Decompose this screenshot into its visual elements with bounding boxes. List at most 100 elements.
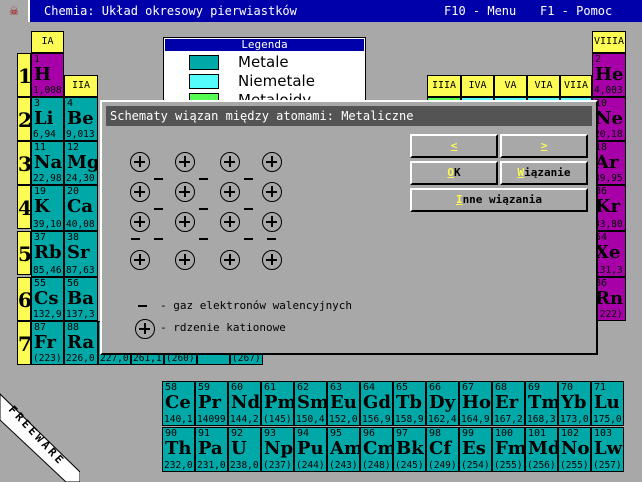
element-be[interactable]: 4 Be 9,013 <box>64 97 98 141</box>
element-sr[interactable]: 38 Sr 87,63 <box>64 231 98 277</box>
f10-menu-hint[interactable]: F10 - Menu <box>444 4 516 18</box>
element-symbol: Rn <box>595 288 624 309</box>
element-cs[interactable]: 55 Cs 132,9 <box>31 277 64 321</box>
next-button[interactable]: > <box>500 134 588 158</box>
element-lw[interactable]: 103 Lw (257) <box>591 427 624 472</box>
valence-electron-icon <box>154 238 163 240</box>
element-symbol: Am <box>330 438 360 459</box>
cation-legend-icon <box>135 319 155 339</box>
valence-electron-icon <box>244 238 253 240</box>
atomic-mass: 150,4 <box>296 414 325 425</box>
atomic-mass: 6,94 <box>33 129 56 140</box>
electron-legend-icon <box>138 305 147 307</box>
atomic-mass: 231,0 <box>197 460 226 471</box>
atomic-mass: 87,63 <box>66 265 95 276</box>
element-bk[interactable]: 97 Bk (245) <box>393 427 426 472</box>
element-lu[interactable]: 71 Lu 175,0 <box>591 381 624 426</box>
element-symbol: Li <box>34 108 54 129</box>
valence-electron-icon <box>199 208 208 210</box>
atomic-mass: 162,4 <box>428 414 457 425</box>
element-np[interactable]: 93 Np (237) <box>261 427 294 472</box>
element-symbol: Ce <box>165 392 191 413</box>
element-symbol: Pm <box>264 392 294 413</box>
element-tm[interactable]: 69 Tm 168,3 <box>525 381 558 426</box>
element-eu[interactable]: 63 Eu 152,0 <box>327 381 360 426</box>
period-1: 1 <box>17 53 32 97</box>
element-ca[interactable]: 20 Ca 40,08 <box>64 185 98 231</box>
atomic-mass: 137,3 <box>66 309 95 320</box>
element-no[interactable]: 102 No (255) <box>558 427 591 472</box>
element-tb[interactable]: 65 Tb 158,9 <box>393 381 426 426</box>
element-dy[interactable]: 66 Dy 162,4 <box>426 381 459 426</box>
element-md[interactable]: 101 Md (256) <box>525 427 558 472</box>
element-symbol: Pu <box>297 438 324 459</box>
element-li[interactable]: 3 Li 6,94 <box>31 97 64 141</box>
element-symbol: Nd <box>231 392 261 413</box>
element-ra[interactable]: 88 Ra 226,0 <box>64 321 98 365</box>
element-pr[interactable]: 59 Pr 14099 <box>195 381 228 426</box>
group-header-via: VIA <box>527 75 560 97</box>
group-header-iia: IIA <box>64 75 98 97</box>
element-ce[interactable]: 58 Ce 140,1 <box>162 381 195 426</box>
element-fm[interactable]: 100 Fm (255) <box>492 427 525 472</box>
element-mg[interactable]: 12 Mg 24,30 <box>64 141 98 185</box>
ok-button[interactable]: OK <box>410 161 498 185</box>
bonding-scheme-dialog: Schematy wiązan między atomami: Metalicz… <box>100 100 598 355</box>
group-header-iva: IVA <box>461 75 494 97</box>
element-symbol: Th <box>165 438 192 459</box>
element-k[interactable]: 19 K 39,10 <box>31 185 64 231</box>
period-3: 3 <box>17 141 32 185</box>
atomic-mass: 168,3 <box>527 414 556 425</box>
atomic-mass: (257) <box>593 460 622 471</box>
element-cm[interactable]: 96Cm(248) <box>360 427 393 472</box>
previous-button[interactable]: < <box>410 134 498 158</box>
element-pa[interactable]: 91 Pa 231,0 <box>195 427 228 472</box>
element-symbol: Bk <box>396 438 424 459</box>
element-pu[interactable]: 94 Pu (244) <box>294 427 327 472</box>
element-symbol: Kr <box>595 196 621 217</box>
element-pm[interactable]: 61 Pm (145) <box>261 381 294 426</box>
element-fr[interactable]: 87 Fr (223) <box>31 321 64 365</box>
atomic-mass: (145) <box>263 414 292 425</box>
element-nd[interactable]: 60 Nd 144,2 <box>228 381 261 426</box>
element-cf[interactable]: 98 Cf (249) <box>426 427 459 472</box>
valence-electron-icon <box>199 238 208 240</box>
hotkey: O <box>447 166 454 179</box>
atomic-mass: (245) <box>395 460 424 471</box>
bonding-button[interactable]: Wiązanie <box>500 161 588 185</box>
legend-title: Legenda <box>165 39 364 51</box>
element-symbol: Cf <box>429 438 452 459</box>
atomic-mass: 1,008 <box>33 85 62 96</box>
hotkey: < <box>450 139 458 152</box>
element-rb[interactable]: 37 Rb 85,46 <box>31 231 64 277</box>
element-th[interactable]: 90 Th 232,0 <box>162 427 195 472</box>
other-bonds-button[interactable]: Inne wiązania <box>410 188 588 212</box>
cation-core-icon <box>130 212 150 232</box>
element-u[interactable]: 92 U 238,0 <box>228 427 261 472</box>
valence-electron-icon <box>244 208 253 210</box>
cation-core-icon <box>130 152 150 172</box>
element-symbol: Ra <box>67 332 95 353</box>
element-symbol: Rb <box>34 242 62 263</box>
element-h[interactable]: 1 H 1,008 <box>31 53 64 97</box>
element-he[interactable]: 2 He 4,003 <box>592 53 626 97</box>
group-header-va: VA <box>494 75 527 97</box>
cation-core-icon <box>220 152 240 172</box>
group-header-ia: IA <box>31 31 64 53</box>
legend-label-metals: Metale <box>238 53 289 71</box>
element-yb[interactable]: 70 Yb 173,0 <box>558 381 591 426</box>
element-sm[interactable]: 62 Sm 150,4 <box>294 381 327 426</box>
element-symbol: U <box>231 438 247 459</box>
element-symbol: Eu <box>330 392 357 413</box>
element-es[interactable]: 99 Es (254) <box>459 427 492 472</box>
element-am[interactable]: 95 Am (243) <box>327 427 360 472</box>
cation-core-icon <box>130 250 150 270</box>
element-ho[interactable]: 67 Ho 164,9 <box>459 381 492 426</box>
system-menu-icon[interactable]: ☠ <box>0 0 30 22</box>
element-er[interactable]: 68 Er 167,2 <box>492 381 525 426</box>
element-na[interactable]: 11 Na 22,98 <box>31 141 64 185</box>
period-5: 5 <box>17 231 32 275</box>
element-gd[interactable]: 64 Gd 156,9 <box>360 381 393 426</box>
f1-help-hint[interactable]: F1 - Pomoc <box>540 4 612 18</box>
element-ba[interactable]: 56 Ba 137,3 <box>64 277 98 321</box>
